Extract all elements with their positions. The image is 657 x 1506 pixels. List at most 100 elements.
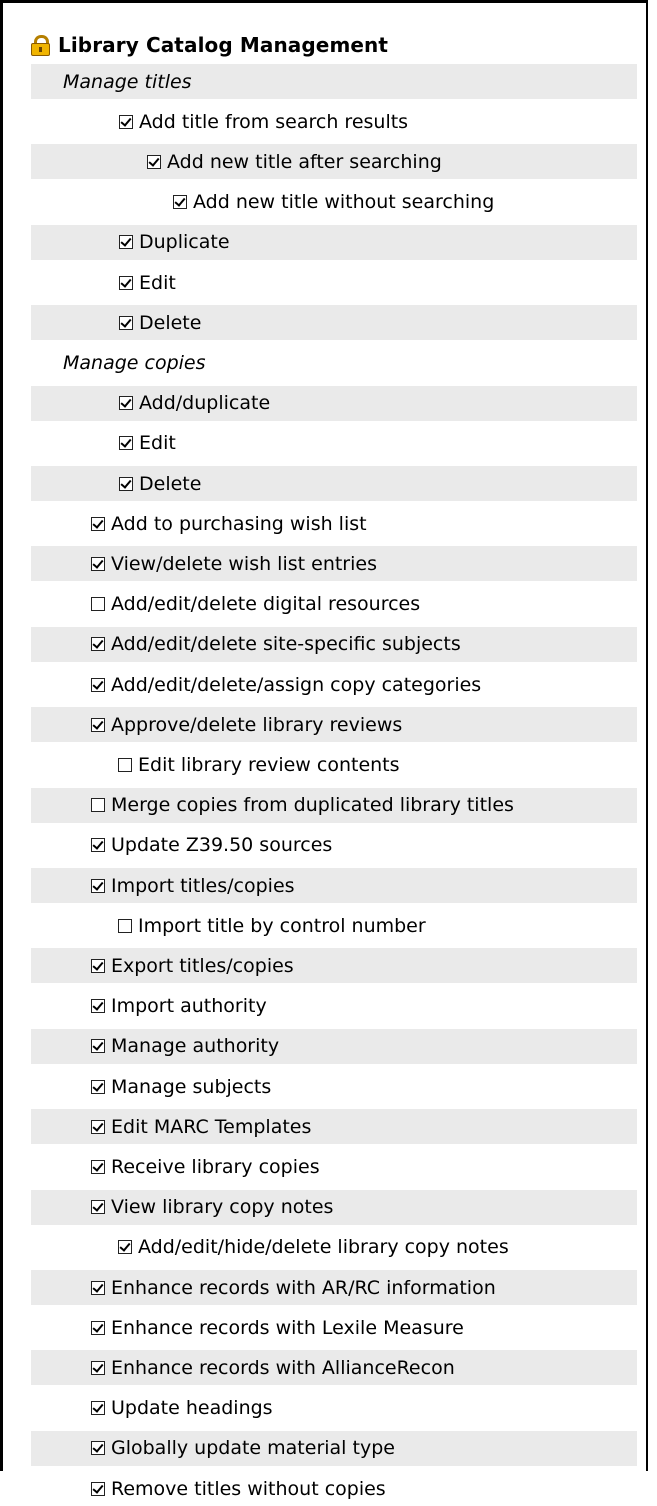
permission-row[interactable]: Import authority xyxy=(31,989,637,1024)
permission-label: Merge copies from duplicated library tit… xyxy=(111,794,514,817)
checkbox-unchecked[interactable] xyxy=(118,757,132,772)
checkbox-checked[interactable] xyxy=(173,195,187,210)
checkbox-checked[interactable] xyxy=(147,154,161,169)
checkbox-checked[interactable] xyxy=(91,1039,105,1054)
permission-row[interactable]: Import title by control number xyxy=(31,908,637,943)
permission-row[interactable]: Add title from search results xyxy=(31,104,637,139)
checkbox-checked[interactable] xyxy=(119,235,133,250)
permission-row[interactable]: Import titles/copies xyxy=(31,868,637,903)
checkbox-checked[interactable] xyxy=(91,999,105,1014)
checkbox-checked[interactable] xyxy=(91,1441,105,1456)
permission-row[interactable]: Duplicate xyxy=(31,224,637,260)
checkbox-checked[interactable] xyxy=(91,1200,105,1215)
permission-row[interactable]: Add new title without searching xyxy=(31,185,637,220)
permission-row[interactable]: Export titles/copies xyxy=(31,948,637,984)
permission-row[interactable]: Add/edit/hide/delete library copy notes xyxy=(31,1230,637,1265)
checkbox-checked[interactable] xyxy=(119,114,133,129)
permission-row[interactable]: Delete xyxy=(31,305,637,341)
permission-row[interactable]: Add to purchasing wish list xyxy=(31,506,637,541)
section-title: Library Catalog Management xyxy=(58,33,389,57)
checkbox-unchecked[interactable] xyxy=(91,798,105,813)
permission-row[interactable]: Update Z39.50 sources xyxy=(31,828,637,863)
permission-row[interactable]: Enhance records with AR/RC information xyxy=(31,1270,637,1305)
permission-label: Edit library review contents xyxy=(138,753,400,776)
permission-label: Receive library copies xyxy=(111,1155,320,1178)
permission-row[interactable]: View library copy notes xyxy=(31,1189,637,1225)
checkbox-checked[interactable] xyxy=(91,958,105,973)
permission-row[interactable]: Delete xyxy=(31,466,637,501)
permission-label: View/delete wish list entries xyxy=(111,552,377,575)
checkbox-checked[interactable] xyxy=(91,637,105,652)
checkbox-checked[interactable] xyxy=(91,1401,105,1416)
permission-row[interactable]: Add new title after searching xyxy=(31,144,637,180)
checkbox-checked[interactable] xyxy=(119,396,133,411)
permission-label: Manage subjects xyxy=(111,1075,272,1098)
checkbox-checked[interactable] xyxy=(91,556,105,571)
permission-row[interactable]: Merge copies from duplicated library tit… xyxy=(31,787,637,823)
lock-icon xyxy=(31,34,50,56)
checkbox-checked[interactable] xyxy=(91,1079,105,1094)
permission-row[interactable]: Manage subjects xyxy=(31,1069,637,1104)
permission-label: Add title from search results xyxy=(139,110,409,133)
permission-row[interactable]: Add/edit/delete digital resources xyxy=(31,587,637,622)
permission-row[interactable]: Remove titles without copies xyxy=(31,1471,637,1506)
permissions-panel: Library Catalog Management Manage titles… xyxy=(0,0,648,1500)
checkbox-checked[interactable] xyxy=(119,315,133,330)
checkbox-checked[interactable] xyxy=(119,275,133,290)
permission-label: Add new title without searching xyxy=(193,191,495,214)
permission-label: Import authority xyxy=(111,995,267,1018)
permission-row[interactable]: Add/duplicate xyxy=(31,385,637,421)
checkbox-checked[interactable] xyxy=(91,1159,105,1174)
checkbox-checked[interactable] xyxy=(91,717,105,732)
permission-label: Add/edit/delete digital resources xyxy=(111,593,421,616)
checkbox-checked[interactable] xyxy=(91,1360,105,1375)
permission-label: Add/edit/delete/assign copy categories xyxy=(111,673,482,696)
permission-row[interactable]: Edit MARC Templates xyxy=(31,1109,637,1145)
checkbox-checked[interactable] xyxy=(91,1481,105,1496)
permission-label: Import title by control number xyxy=(138,914,426,937)
checkbox-checked[interactable] xyxy=(91,1280,105,1295)
permission-label: Approve/delete library reviews xyxy=(111,713,403,736)
permission-row[interactable]: Receive library copies xyxy=(31,1149,637,1184)
permission-row[interactable]: Edit xyxy=(31,265,637,300)
checkbox-unchecked[interactable] xyxy=(91,597,105,612)
checkbox-unchecked[interactable] xyxy=(118,918,132,933)
checkbox-checked[interactable] xyxy=(91,1119,105,1134)
checkbox-checked[interactable] xyxy=(91,1320,105,1335)
checkbox-checked[interactable] xyxy=(119,436,133,451)
checkbox-checked[interactable] xyxy=(118,1240,132,1255)
permission-row[interactable]: View/delete wish list entries xyxy=(31,546,637,582)
checkbox-checked[interactable] xyxy=(91,838,105,853)
permission-label: Add/edit/delete site-specific subjects xyxy=(111,633,461,656)
permission-label: Update headings xyxy=(111,1397,273,1420)
permission-label: Manage authority xyxy=(111,1035,280,1058)
checkbox-checked[interactable] xyxy=(91,878,105,893)
section-label: Manage copies xyxy=(63,351,206,374)
permission-row[interactable]: Edit library review contents xyxy=(31,747,637,782)
checkbox-checked[interactable] xyxy=(119,476,133,491)
permission-row[interactable]: Edit xyxy=(31,426,637,461)
permission-label: Edit MARC Templates xyxy=(111,1115,312,1138)
checkbox-checked[interactable] xyxy=(91,516,105,531)
permission-label: Edit xyxy=(139,271,176,294)
section-header: Library Catalog Management xyxy=(31,27,388,63)
permission-row[interactable]: Manage authority xyxy=(31,1028,637,1064)
checkbox-checked[interactable] xyxy=(91,677,105,692)
permission-label: Enhance records with Lexile Measure xyxy=(111,1316,464,1339)
permission-row[interactable]: Add/edit/delete/assign copy categories xyxy=(31,667,637,702)
permission-label: Delete xyxy=(139,472,202,495)
permission-row[interactable]: Approve/delete library reviews xyxy=(31,707,637,743)
permission-row[interactable]: Add/edit/delete site-specific subjects xyxy=(31,626,637,662)
permission-label: Enhance records with AllianceRecon xyxy=(111,1356,455,1379)
permission-label: Enhance records with AR/RC information xyxy=(111,1276,496,1299)
permission-row[interactable]: Enhance records with AllianceRecon xyxy=(31,1350,637,1386)
permission-row[interactable]: Globally update material type xyxy=(31,1430,637,1466)
permission-label: Globally update material type xyxy=(111,1437,395,1460)
permission-label: Add to purchasing wish list xyxy=(111,512,367,535)
permission-label: Add new title after searching xyxy=(167,150,442,173)
permission-row[interactable]: Enhance records with Lexile Measure xyxy=(31,1310,637,1345)
permission-row[interactable]: Update headings xyxy=(31,1391,637,1426)
section-label: Manage titles xyxy=(63,70,192,93)
section-label-row: Manage copies xyxy=(31,345,637,380)
permission-label: Import titles/copies xyxy=(111,874,295,897)
